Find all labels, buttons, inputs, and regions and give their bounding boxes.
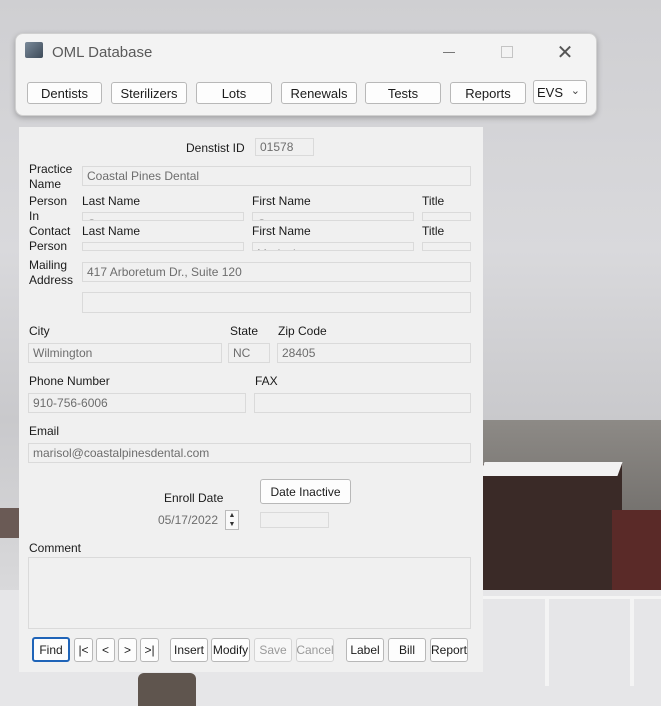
dentist-form: Denstist ID 01578 Practice Name Coastal … [19,127,483,672]
background-building [612,510,661,600]
save-button[interactable]: Save [254,638,292,662]
person-in-charge-label: Person In Charge [29,194,68,220]
charge-title-label: Title [422,194,445,208]
spin-down-icon: ▼ [228,521,236,528]
sterilizers-button[interactable]: Sterilizers [111,82,187,104]
minimize-icon [443,51,455,53]
practice-name-field[interactable]: Coastal Pines Dental [82,166,471,186]
spin-up-icon: ▲ [228,512,236,519]
email-label: Email [29,424,60,438]
fax-label: FAX [255,374,278,388]
renewals-button[interactable]: Renewals [281,82,357,104]
comment-label: Comment [29,541,82,555]
email-field[interactable]: marisol@coastalpinesdental.com [28,443,471,463]
state-field[interactable]: NC [228,343,270,363]
cancel-button[interactable]: Cancel [296,638,334,662]
charge-last-name-field[interactable]: Gasca [82,212,244,221]
contact-first-name-field[interactable]: Marisol [252,242,414,251]
last-record-button[interactable]: >| [140,638,159,662]
close-button[interactable]: ✕ [542,38,588,66]
phone-number-label: Phone Number [29,374,110,388]
charge-title-field[interactable] [422,212,471,221]
dentist-id-label: Denstist ID [186,141,245,155]
lots-button[interactable]: Lots [196,82,272,104]
phone-number-field[interactable]: 910-756-6006 [28,393,246,413]
label-button[interactable]: Label [346,638,384,662]
minimize-button[interactable] [426,38,472,66]
enroll-date-spinner[interactable]: ▲ ▼ [225,510,239,530]
address-line2-field[interactable] [82,292,471,313]
toolbar-window: OML Database ✕ Dentists Sterilizers Lots… [15,33,597,116]
first-record-button[interactable]: |< [74,638,93,662]
charge-last-name-label: Last Name [82,194,141,208]
city-field[interactable]: Wilmington [28,343,222,363]
comment-field[interactable] [28,557,471,629]
date-inactive-field[interactable] [260,512,329,528]
close-icon: ✕ [556,41,574,64]
dentists-button[interactable]: Dentists [27,82,102,104]
contact-person-label: Contact Person [29,224,71,250]
next-record-button[interactable]: > [118,638,137,662]
app-icon [25,42,43,58]
charge-first-name-field[interactable]: Gustavo [252,212,414,221]
contact-last-name-field[interactable] [82,242,244,251]
mailing-address-label: Mailing Address [29,258,74,287]
background-barn-roof [479,462,623,476]
maximize-icon [501,46,513,58]
background-object [138,673,196,706]
previous-record-button[interactable]: < [96,638,115,662]
contact-first-name-label: First Name [252,224,311,238]
maximize-button[interactable] [484,38,530,66]
date-inactive-button[interactable]: Date Inactive [260,479,351,504]
background-fence-post [545,596,549,686]
background-roof [0,508,20,538]
insert-button[interactable]: Insert [170,638,208,662]
state-label: State [230,324,259,338]
address-line1-field[interactable]: 417 Arboretum Dr., Suite 120 [82,262,471,282]
background-fence-post [630,596,634,686]
bill-button[interactable]: Bill [388,638,426,662]
window-title: OML Database [52,44,153,61]
charge-first-name-label: First Name [252,194,311,208]
contact-last-name-label: Last Name [82,224,141,238]
evs-select[interactable]: EVS ⌄ [533,80,587,104]
enroll-date-field[interactable]: 05/17/2022 [139,510,223,530]
chevron-down-icon: ⌄ [570,85,580,97]
modify-button[interactable]: Modify [211,638,250,662]
contact-title-label: Title [422,224,445,238]
reports-button[interactable]: Reports [450,82,526,104]
background-barn [482,464,622,594]
contact-title-field[interactable] [422,242,471,251]
tests-button[interactable]: Tests [365,82,441,104]
evs-select-value: EVS [537,84,564,100]
find-button[interactable]: Find [32,637,70,662]
enroll-date-label: Enroll Date [164,491,224,505]
fax-field[interactable] [254,393,471,413]
dentist-id-field[interactable]: 01578 [255,138,314,156]
zip-code-field[interactable]: 28405 [277,343,471,363]
report-button[interactable]: Report [430,638,468,662]
practice-name-label: Practice Name [29,162,73,188]
zip-code-label: Zip Code [278,324,327,338]
city-label: City [29,324,50,338]
